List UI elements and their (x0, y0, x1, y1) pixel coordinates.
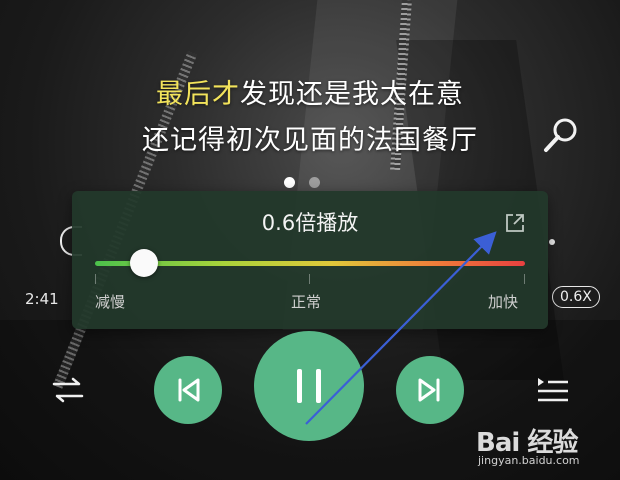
watermark-url: jingyan.baidu.com (478, 454, 580, 467)
speed-slider-thumb[interactable] (130, 249, 158, 277)
speed-label-slow: 减慢 (95, 293, 126, 311)
page-dot[interactable] (309, 177, 320, 188)
playlist-icon[interactable] (530, 370, 572, 410)
lyric-line-current: 最后才发现还是我太在意 (0, 72, 620, 111)
pause-button[interactable] (254, 331, 364, 441)
speed-label-normal: 正常 (291, 293, 322, 311)
lyric-remaining-words: 发现还是我太在意 (240, 79, 464, 110)
previous-track-button[interactable] (154, 356, 222, 424)
playback-speed-popup: 0.6倍播放 减慢 正常 加快 (72, 191, 548, 329)
microphone-icon[interactable] (538, 114, 582, 158)
pause-icon (297, 369, 321, 403)
speed-label-fast: 加快 (488, 293, 519, 311)
more-icon[interactable] (549, 239, 555, 245)
speed-slider-track[interactable] (95, 261, 525, 266)
elapsed-time: 2:41 (25, 290, 59, 308)
next-track-button[interactable] (396, 356, 464, 424)
watermark-logo: Bai 经验 jingyan.baidu.com (476, 420, 612, 470)
page-indicator (284, 177, 320, 188)
slider-tick-slow (95, 274, 96, 284)
slider-tick-fast (524, 274, 525, 284)
speed-popup-title: 0.6倍播放 (261, 211, 359, 235)
slider-tick-normal (309, 274, 310, 284)
page-dot-active[interactable] (284, 177, 295, 188)
shuffle-icon[interactable] (48, 370, 88, 410)
player-background: 最后才发现还是我太在意 还记得初次见面的法国餐厅 2:41 0.6X 0.6倍播… (0, 0, 620, 480)
speed-badge-button[interactable]: 0.6X (552, 286, 600, 308)
share-external-icon[interactable] (504, 212, 526, 234)
skip-previous-icon (178, 378, 200, 402)
skip-next-icon (418, 378, 440, 402)
lyric-line-next: 还记得初次见面的法国餐厅 (142, 125, 478, 156)
lyric-highlighted-words: 最后才 (156, 79, 240, 110)
